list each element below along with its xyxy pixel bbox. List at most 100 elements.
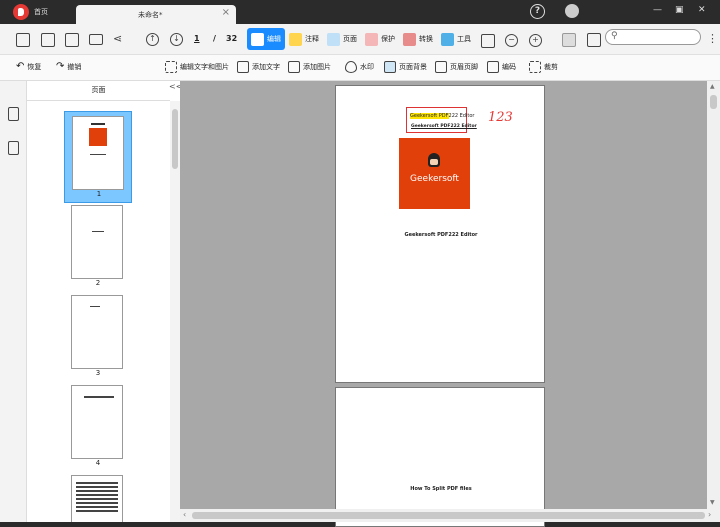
add-text-button[interactable]: 添加文字: [237, 61, 280, 73]
zoom-in-icon[interactable]: +: [529, 34, 542, 47]
hand-tool-icon[interactable]: [562, 33, 576, 47]
header-footer-icon: [435, 61, 447, 73]
avatar[interactable]: [565, 4, 579, 18]
panel-divider: [27, 100, 170, 101]
edit-text-image-icon: [165, 61, 177, 73]
zoom-out-icon[interactable]: −: [505, 34, 518, 47]
thumbnail-page-4[interactable]: 4: [64, 381, 132, 473]
convert-tool-button[interactable]: 转换: [403, 28, 433, 50]
edit-text-image-label: 编辑文字和图片: [180, 63, 229, 71]
page-icon: [327, 32, 340, 46]
convert-icon: [403, 32, 416, 46]
close-window-icon[interactable]: ✕: [698, 5, 706, 15]
protect-tool-button[interactable]: 保护: [365, 28, 395, 50]
vertical-scrollbar[interactable]: ▲ ▼: [707, 81, 720, 509]
minimize-icon[interactable]: —: [653, 5, 662, 15]
thumbnail-image: [72, 116, 124, 190]
thumbnail-page-5[interactable]: [64, 471, 132, 522]
undo-icon: ↶: [16, 61, 25, 72]
add-image-icon: [288, 61, 300, 73]
underlined-text: Geekersoft PDF222 Editor: [411, 124, 477, 129]
handwritten-annotation[interactable]: 123: [488, 110, 513, 125]
horizontal-scrollbar[interactable]: ‹ ›: [180, 509, 720, 522]
panel-scrollbar[interactable]: [170, 101, 180, 522]
search-icon: ⚲: [611, 31, 618, 41]
edit-icon: [251, 32, 264, 46]
thumbnail-page-1[interactable]: 1: [64, 111, 132, 203]
scroll-left-icon[interactable]: ‹: [183, 510, 186, 519]
watermark-label: 水印: [360, 63, 374, 71]
text-box-selected[interactable]: Geekersoft PDF222 Editor Geekersoft PDF2…: [406, 107, 477, 133]
tab-document[interactable]: 未命名* ×: [76, 5, 236, 24]
fit-page-icon[interactable]: [481, 34, 495, 48]
save-icon[interactable]: [41, 33, 55, 47]
background-button[interactable]: 页面背景: [384, 61, 427, 73]
redo-label: 撤销: [67, 62, 82, 71]
page-tool-button[interactable]: 页面: [327, 28, 357, 50]
print-icon[interactable]: [89, 34, 103, 45]
search-input[interactable]: ⚲: [605, 29, 701, 45]
edit-tool-button[interactable]: 编辑: [247, 28, 285, 50]
page-down-icon[interactable]: ↓: [170, 33, 183, 46]
header-footer-button[interactable]: 页眉页脚: [435, 61, 478, 73]
bates-button[interactable]: 编码: [487, 61, 516, 73]
total-pages: 32: [226, 34, 238, 43]
add-text-icon: [237, 61, 249, 73]
thumbnail-number: 3: [95, 369, 101, 377]
save-as-icon[interactable]: [65, 33, 79, 47]
annotate-icon: [289, 32, 302, 46]
protect-tool-label: 保护: [381, 35, 395, 43]
redo-icon: ↷: [56, 61, 65, 72]
toolbox-icon: [441, 32, 454, 46]
close-tab-icon[interactable]: ×: [222, 7, 230, 18]
add-text-label: 添加文字: [252, 63, 280, 71]
watermark-button[interactable]: 水印: [345, 61, 374, 73]
redo-button[interactable]: ↷ 撤销: [56, 61, 81, 72]
protect-icon: [365, 32, 378, 46]
page-2-text: How To Split PDF files: [410, 486, 472, 492]
thumbnail-page-2[interactable]: 2: [64, 201, 132, 293]
logo-text: Geekersoft: [410, 174, 459, 184]
scroll-up-icon[interactable]: ▲: [710, 83, 715, 90]
pages-panel-icon[interactable]: [8, 107, 19, 121]
scroll-down-icon[interactable]: ▼: [710, 499, 715, 506]
thumbnail-image: [71, 295, 123, 369]
tab-home[interactable]: 首页: [34, 7, 48, 17]
undo-button[interactable]: ↶ 恢复: [16, 61, 41, 72]
box-text: 222 Editor: [448, 113, 475, 119]
select-tool-icon[interactable]: [587, 33, 601, 47]
page-tool-label: 页面: [343, 35, 357, 43]
help-icon[interactable]: ?: [530, 4, 545, 19]
thumbnail-page-3[interactable]: 3: [64, 291, 132, 383]
open-folder-icon[interactable]: [16, 33, 30, 47]
current-page-input[interactable]: 1: [194, 34, 200, 43]
watermark-icon: [345, 61, 357, 73]
panel-scrollbar-thumb[interactable]: [172, 109, 178, 169]
app-logo-icon: [13, 4, 29, 20]
undo-label: 恢复: [27, 62, 42, 71]
crop-button[interactable]: 裁剪: [529, 61, 558, 73]
title-bar: 首页 未命名* × ? — ▣ ✕: [0, 0, 720, 24]
annotate-tool-button[interactable]: 注释: [289, 28, 319, 50]
maximize-icon[interactable]: ▣: [675, 5, 684, 15]
document-canvas: Geekersoft PDF222 Editor Geekersoft PDF2…: [180, 81, 720, 527]
app-window: 首页 未命名* × ? — ▣ ✕ ⋖ ↑ ↓ 1 / 32 编辑 注释 页面 …: [0, 0, 720, 527]
outline-panel-icon[interactable]: [8, 141, 19, 155]
edit-tool-label: 编辑: [267, 35, 281, 43]
crop-icon: [529, 61, 541, 73]
scroll-right-icon[interactable]: ›: [708, 510, 711, 519]
page-up-icon[interactable]: ↑: [146, 33, 159, 46]
page-caption: Geekersoft PDF222 Editor: [404, 232, 478, 238]
add-image-button[interactable]: 添加图片: [288, 61, 331, 73]
logo-image[interactable]: Geekersoft: [399, 138, 470, 209]
background-label: 页面背景: [399, 63, 427, 71]
bates-icon: [487, 61, 499, 73]
vertical-scrollbar-thumb[interactable]: [710, 95, 717, 109]
tools-tool-button[interactable]: 工具: [441, 28, 471, 50]
share-icon[interactable]: ⋖: [113, 32, 122, 46]
crop-label: 裁剪: [544, 63, 558, 71]
page-thumbnails-panel: 页面 << 1 2 3 4: [27, 81, 182, 522]
edit-text-image-button[interactable]: 编辑文字和图片: [165, 61, 229, 73]
more-menu-icon[interactable]: ⋮: [707, 32, 718, 46]
horizontal-scrollbar-thumb[interactable]: [192, 512, 705, 519]
